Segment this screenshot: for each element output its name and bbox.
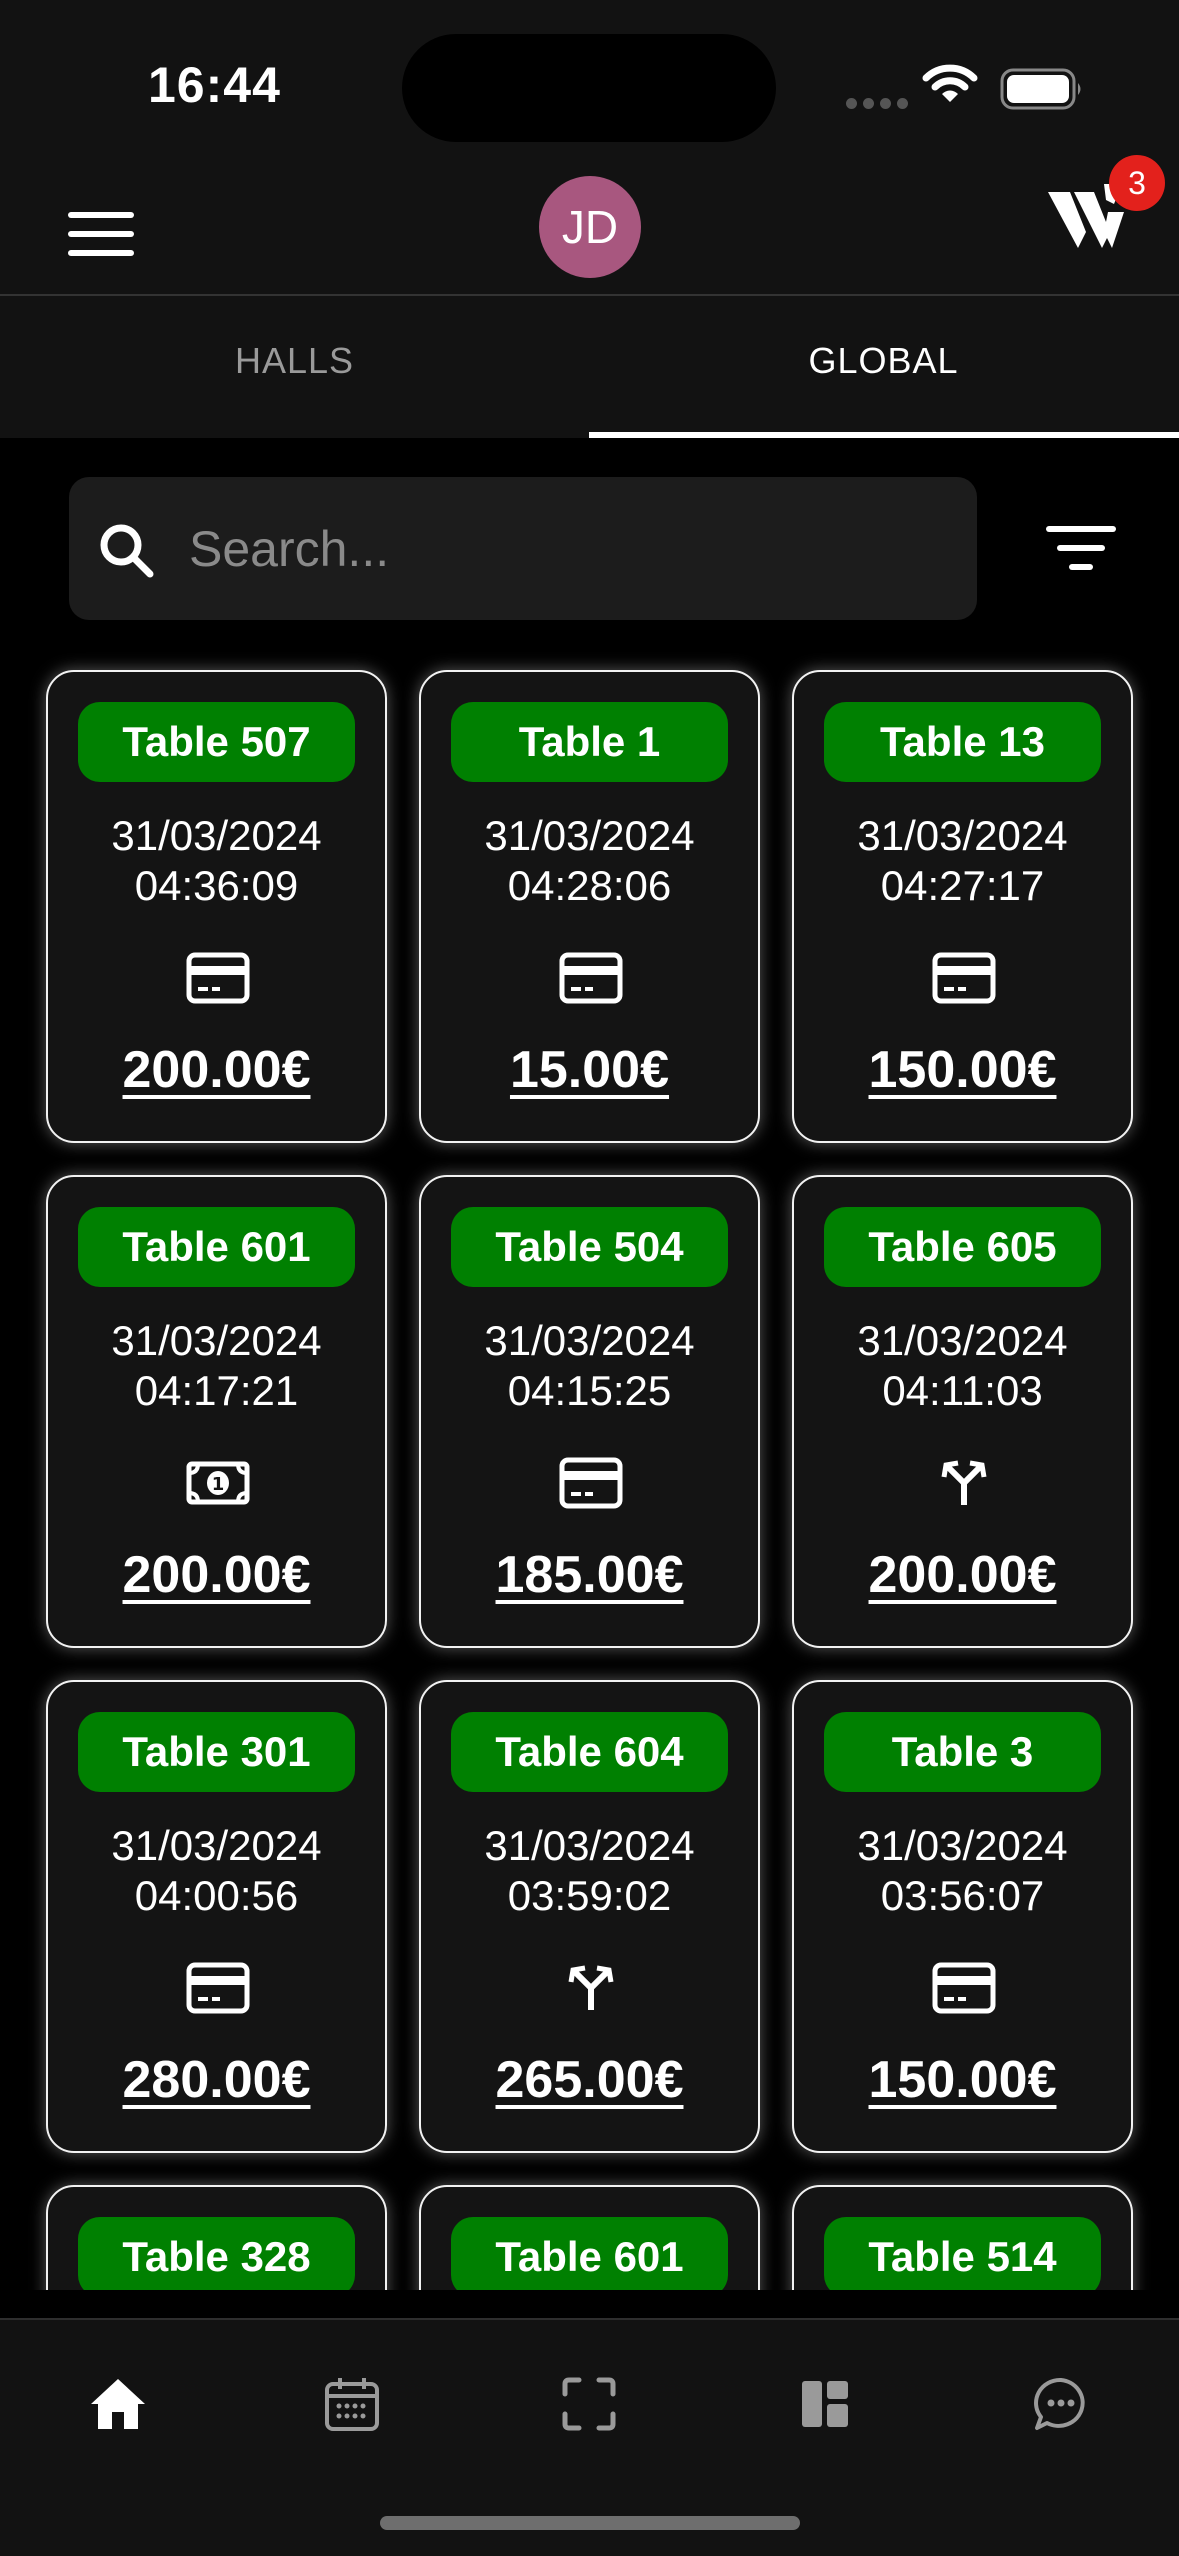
transaction-date: 31/03/2024 xyxy=(111,812,322,859)
transaction-card[interactable]: Table 601 xyxy=(419,2185,760,2290)
transaction-amount: 200.00€ xyxy=(122,1546,311,1604)
svg-text:1: 1 xyxy=(212,1474,225,1495)
transaction-date: 31/03/2024 xyxy=(484,812,695,859)
search-icon xyxy=(100,524,154,578)
status-time: 16:44 xyxy=(148,57,281,113)
card-icon xyxy=(557,1455,625,1511)
cash-icon: 1 xyxy=(184,1455,252,1511)
transaction-amount: 150.00€ xyxy=(868,2051,1057,2109)
transaction-card[interactable]: Table 605 31/03/2024 04:11:03 200.00€ xyxy=(792,1175,1133,1648)
search-box[interactable] xyxy=(69,477,977,620)
cellular-signal-icon xyxy=(846,96,914,114)
filter-icon[interactable] xyxy=(1046,524,1116,574)
chat-icon xyxy=(1034,2377,1085,2430)
bottom-nav xyxy=(0,2318,1179,2556)
transaction-amount: 15.00€ xyxy=(509,1041,670,1099)
table-badge: Table 605 xyxy=(824,1207,1101,1287)
wifi-icon xyxy=(922,64,978,102)
table-badge: Table 301 xyxy=(78,1712,355,1792)
home-icon xyxy=(91,2379,145,2429)
table-badge: Table 3 xyxy=(824,1712,1101,1792)
transaction-time: 04:36:09 xyxy=(134,862,299,909)
dynamic-island xyxy=(402,34,776,142)
nav-scan[interactable] xyxy=(557,2372,621,2436)
transaction-card[interactable]: Table 301 31/03/2024 04:00:56 280.00€ xyxy=(46,1680,387,2153)
card-icon xyxy=(184,1960,252,2016)
transaction-date: 31/03/2024 xyxy=(857,812,1068,859)
transaction-date: 31/03/2024 xyxy=(484,1822,695,1869)
table-badge: Table 504 xyxy=(451,1207,728,1287)
transaction-time: 03:56:07 xyxy=(880,1872,1045,1919)
transaction-time: 04:17:21 xyxy=(134,1367,299,1414)
transaction-card[interactable]: Table 504 31/03/2024 04:15:25 185.00€ xyxy=(419,1175,760,1648)
scan-icon xyxy=(562,2377,616,2431)
table-badge: Table 604 xyxy=(451,1712,728,1792)
calendar-icon xyxy=(325,2378,379,2431)
nav-chat[interactable] xyxy=(1029,2372,1093,2436)
transaction-time: 03:59:02 xyxy=(507,1872,672,1919)
table-badge: Table 13 xyxy=(824,702,1101,782)
transaction-amount: 265.00€ xyxy=(495,2051,684,2109)
home-indicator xyxy=(380,2516,800,2530)
nav-calendar[interactable] xyxy=(320,2372,384,2436)
transaction-card[interactable]: Table 507 31/03/2024 04:36:09 200.00€ xyxy=(46,670,387,1143)
transaction-date: 31/03/2024 xyxy=(111,1822,322,1869)
table-badge: Table 507 xyxy=(78,702,355,782)
transaction-date: 31/03/2024 xyxy=(484,1317,695,1364)
card-icon xyxy=(930,1960,998,2016)
transaction-grid: Table 507 31/03/2024 04:36:09 200.00€ Ta… xyxy=(0,650,1179,2290)
search-input[interactable] xyxy=(189,477,949,620)
transaction-card[interactable]: Table 604 31/03/2024 03:59:02 265.00€ xyxy=(419,1680,760,2153)
transaction-card[interactable]: Table 601 31/03/2024 04:17:21 1 200.00€ xyxy=(46,1175,387,1648)
avatar[interactable]: JD xyxy=(539,176,641,278)
card-icon xyxy=(184,950,252,1006)
battery-icon xyxy=(1000,68,1081,110)
transaction-amount: 185.00€ xyxy=(495,1546,684,1604)
transaction-amount: 200.00€ xyxy=(868,1546,1057,1604)
transaction-time: 04:27:17 xyxy=(880,862,1045,909)
transaction-time: 04:11:03 xyxy=(882,1367,1043,1414)
card-icon xyxy=(557,950,625,1006)
nav-dashboard[interactable] xyxy=(793,2372,857,2436)
notification-badge: 3 xyxy=(1109,155,1165,211)
tab-global[interactable]: GLOBAL xyxy=(589,340,1178,382)
split-icon xyxy=(930,1455,998,1511)
tab-halls[interactable]: HALLS xyxy=(0,340,589,382)
transaction-amount: 150.00€ xyxy=(868,1041,1057,1099)
transaction-date: 31/03/2024 xyxy=(857,1822,1068,1869)
card-icon xyxy=(930,950,998,1006)
transaction-card[interactable]: Table 3 31/03/2024 03:56:07 150.00€ xyxy=(792,1680,1133,2153)
transaction-amount: 200.00€ xyxy=(122,1041,311,1099)
transaction-card[interactable]: Table 328 xyxy=(46,2185,387,2290)
transaction-date: 31/03/2024 xyxy=(111,1317,322,1364)
table-badge: Table 601 xyxy=(78,1207,355,1287)
transaction-date: 31/03/2024 xyxy=(857,1317,1068,1364)
transaction-card[interactable]: Table 13 31/03/2024 04:27:17 150.00€ xyxy=(792,670,1133,1143)
table-badge: Table 328 xyxy=(78,2217,355,2290)
transaction-card[interactable]: Table 1 31/03/2024 04:28:06 15.00€ xyxy=(419,670,760,1143)
transaction-time: 04:15:25 xyxy=(507,1367,672,1414)
transaction-time: 04:00:56 xyxy=(134,1872,299,1919)
menu-icon[interactable] xyxy=(68,212,134,256)
table-badge: Table 601 xyxy=(451,2217,728,2290)
table-badge: Table 514 xyxy=(824,2217,1101,2290)
split-icon xyxy=(557,1960,625,2016)
transaction-time: 04:28:06 xyxy=(507,862,672,909)
table-badge: Table 1 xyxy=(451,702,728,782)
transaction-amount: 280.00€ xyxy=(122,2051,311,2109)
dashboard-icon xyxy=(802,2381,848,2427)
header-divider xyxy=(0,294,1179,296)
transaction-card[interactable]: Table 514 xyxy=(792,2185,1133,2290)
tab-active-indicator xyxy=(589,432,1179,438)
nav-home[interactable] xyxy=(86,2372,150,2436)
